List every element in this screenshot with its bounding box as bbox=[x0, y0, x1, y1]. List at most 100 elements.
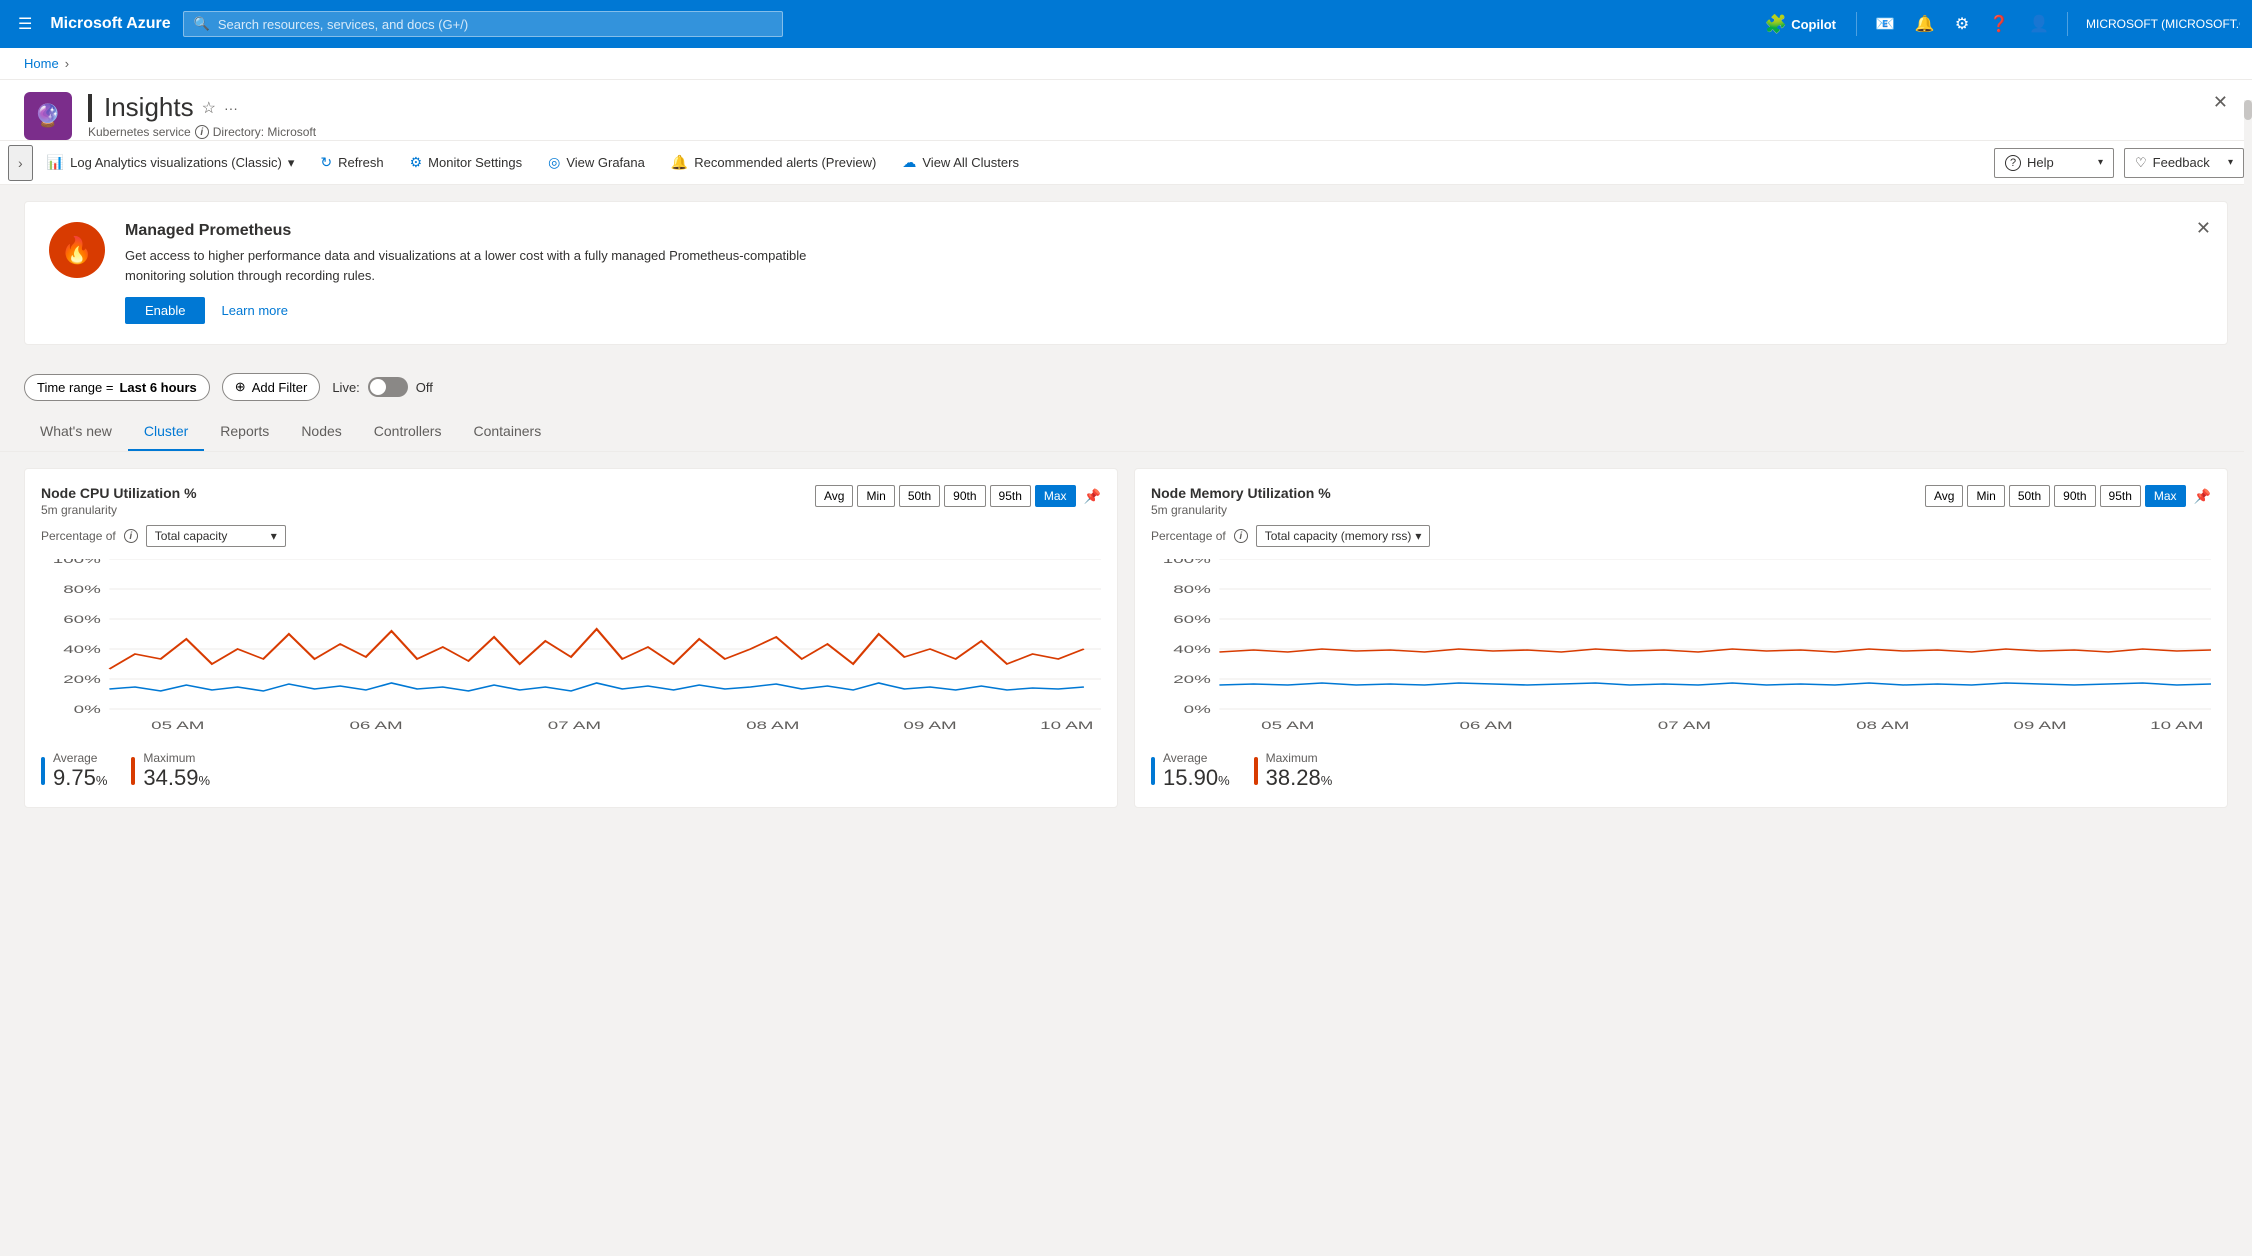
tab-containers[interactable]: Containers bbox=[457, 413, 557, 451]
subtitle-directory: Directory: Microsoft bbox=[213, 125, 316, 139]
svg-text:80%: 80% bbox=[1173, 584, 1211, 596]
feedback-icon-btn[interactable]: 👤 bbox=[2023, 8, 2055, 40]
feedback-dropdown[interactable]: ♡ Feedback ▾ bbox=[2124, 148, 2244, 178]
memory-legend: Average 15.90% Maximum 38.28% bbox=[1151, 751, 2211, 791]
search-bar[interactable]: 🔍 Search resources, services, and docs (… bbox=[183, 11, 783, 37]
cpu-95th-btn[interactable]: 95th bbox=[990, 485, 1031, 507]
cpu-filter-value: Total capacity bbox=[155, 529, 228, 543]
close-header-button[interactable]: ✕ bbox=[2213, 92, 2228, 113]
managed-prometheus-banner: 🔥 Managed Prometheus Get access to highe… bbox=[24, 201, 2228, 345]
cpu-avg-btn[interactable]: Avg bbox=[815, 485, 853, 507]
help-dropdown-label: Help bbox=[2027, 155, 2054, 170]
learn-more-link[interactable]: Learn more bbox=[221, 303, 287, 318]
svg-text:80%: 80% bbox=[63, 584, 101, 596]
cpu-max-btn[interactable]: Max bbox=[1035, 485, 1076, 507]
breadcrumb-home[interactable]: Home bbox=[24, 56, 59, 71]
settings-icon-btn[interactable]: ⚙ bbox=[1949, 8, 1975, 40]
enable-button[interactable]: Enable bbox=[125, 297, 205, 324]
banner-actions: Enable Learn more bbox=[125, 297, 825, 324]
monitor-settings-icon: ⚙ bbox=[410, 154, 423, 171]
notification-icon-btn[interactable]: 🔔 bbox=[1909, 8, 1941, 40]
banner-close-button[interactable]: ✕ bbox=[2196, 218, 2211, 239]
page-title-area: Insights ☆ ··· Kubernetes service i Dire… bbox=[88, 92, 2228, 139]
memory-95th-btn[interactable]: 95th bbox=[2100, 485, 2141, 507]
bell-icon: 🔔 bbox=[1915, 14, 1935, 34]
cpu-90th-btn[interactable]: 90th bbox=[944, 485, 985, 507]
svg-text:05 AM: 05 AM bbox=[151, 720, 204, 732]
memory-filter-info-icon: i bbox=[1234, 529, 1248, 543]
svg-text:08 AM: 08 AM bbox=[1856, 720, 1909, 732]
memory-filter-select[interactable]: Total capacity (memory rss) ▾ bbox=[1256, 525, 1431, 547]
copilot-button[interactable]: 🧩 Copilot bbox=[1757, 10, 1844, 39]
copilot-label: Copilot bbox=[1791, 17, 1836, 32]
memory-min-btn[interactable]: Min bbox=[1967, 485, 2004, 507]
user-label: MICROSOFT (MICROSOFT.ONMI... bbox=[2086, 17, 2240, 31]
person-icon: 👤 bbox=[2029, 14, 2049, 34]
gear-icon: ⚙ bbox=[1955, 14, 1969, 34]
cpu-filter-select[interactable]: Total capacity ▾ bbox=[146, 525, 286, 547]
feedback-chevron-icon: ▾ bbox=[2228, 157, 2233, 168]
view-grafana-button[interactable]: ◎ View Grafana bbox=[536, 146, 657, 179]
tab-cluster[interactable]: Cluster bbox=[128, 413, 204, 451]
grafana-icon: ◎ bbox=[548, 154, 560, 171]
max-legend-text: Maximum 34.59% bbox=[143, 751, 210, 791]
help-icon-btn[interactable]: ❓ bbox=[1983, 8, 2015, 40]
memory-avg-btn[interactable]: Avg bbox=[1925, 485, 1963, 507]
view-selector-button[interactable]: 📊 Log Analytics visualizations (Classic)… bbox=[35, 146, 307, 179]
more-options-icon[interactable]: ··· bbox=[224, 100, 238, 116]
time-range-filter[interactable]: Time range = Last 6 hours bbox=[24, 374, 210, 401]
memory-chart-svg: 100% 80% 60% 40% 20% 0% 05 AM 06 AM 07 A… bbox=[1151, 559, 2211, 739]
live-toggle-switch[interactable] bbox=[368, 377, 408, 397]
hamburger-menu[interactable]: ☰ bbox=[12, 8, 38, 40]
subtitle-info-icon: i bbox=[195, 125, 209, 139]
kubernetes-icon: 🔮 bbox=[34, 103, 61, 129]
cpu-filter-label: Percentage of bbox=[41, 529, 116, 543]
cpu-filter-info-icon: i bbox=[124, 529, 138, 543]
cpu-filter-chevron: ▾ bbox=[271, 529, 277, 543]
chart-title-area-cpu: Node CPU Utilization % 5m granularity bbox=[41, 485, 197, 517]
chart-title-area-memory: Node Memory Utilization % 5m granularity bbox=[1151, 485, 1331, 517]
favorite-star-icon[interactable]: ☆ bbox=[202, 98, 216, 118]
svg-text:10 AM: 10 AM bbox=[1040, 720, 1093, 732]
charts-area: Node CPU Utilization % 5m granularity Av… bbox=[0, 452, 2252, 824]
recommended-alerts-button[interactable]: 🔔 Recommended alerts (Preview) bbox=[659, 146, 889, 179]
refresh-button[interactable]: ↻ Refresh bbox=[308, 146, 395, 179]
cpu-min-btn[interactable]: Min bbox=[857, 485, 894, 507]
nav-divider bbox=[1856, 12, 1857, 36]
help-chevron-icon: ▾ bbox=[2098, 157, 2103, 168]
tab-whats-new[interactable]: What's new bbox=[24, 413, 128, 451]
tab-reports[interactable]: Reports bbox=[204, 413, 285, 451]
feedback-icon: ♡ bbox=[2135, 155, 2147, 171]
monitor-settings-button[interactable]: ⚙ Monitor Settings bbox=[398, 146, 535, 179]
scrollbar[interactable] bbox=[2244, 100, 2252, 854]
memory-max-btn[interactable]: Max bbox=[2145, 485, 2186, 507]
mail-icon-btn[interactable]: 📧 bbox=[1869, 8, 1901, 40]
help-dropdown[interactable]: ? Help ▾ bbox=[1994, 148, 2114, 178]
tab-nodes[interactable]: Nodes bbox=[285, 413, 357, 451]
time-range-value: Last 6 hours bbox=[119, 380, 196, 395]
memory-chart-controls: Avg Min 50th 90th 95th Max 📌 bbox=[1925, 485, 2211, 507]
banner-icon: 🔥 bbox=[49, 222, 105, 278]
add-filter-label: Add Filter bbox=[252, 380, 308, 395]
cpu-50th-btn[interactable]: 50th bbox=[899, 485, 940, 507]
monitor-settings-label: Monitor Settings bbox=[428, 155, 522, 170]
breadcrumb-separator: › bbox=[65, 56, 69, 71]
avg-legend-text: Average 9.75% bbox=[53, 751, 107, 791]
memory-utilization-chart: Node Memory Utilization % 5m granularity… bbox=[1134, 468, 2228, 808]
memory-chart-area: 100% 80% 60% 40% 20% 0% 05 AM 06 AM 07 A… bbox=[1151, 559, 2211, 739]
add-filter-button[interactable]: ⊕ Add Filter bbox=[222, 373, 321, 401]
tab-controllers[interactable]: Controllers bbox=[358, 413, 458, 451]
user-account-button[interactable]: MICROSOFT (MICROSOFT.ONMI... bbox=[2080, 11, 2240, 37]
cpu-pin-icon[interactable]: 📌 bbox=[1084, 488, 1101, 505]
memory-max-swatch bbox=[1254, 757, 1258, 785]
command-bar-expand[interactable]: › bbox=[8, 145, 33, 181]
scrollbar-thumb[interactable] bbox=[2244, 100, 2252, 120]
cpu-legend: Average 9.75% Maximum 34.59% bbox=[41, 751, 1101, 791]
cpu-avg-legend: Average 9.75% bbox=[41, 751, 107, 791]
memory-pin-icon[interactable]: 📌 bbox=[2194, 488, 2211, 505]
memory-filter-chevron: ▾ bbox=[1415, 529, 1421, 543]
view-all-clusters-button[interactable]: ☁ View All Clusters bbox=[890, 146, 1031, 179]
flame-icon: 🔥 bbox=[61, 235, 93, 266]
memory-50th-btn[interactable]: 50th bbox=[2009, 485, 2050, 507]
memory-90th-btn[interactable]: 90th bbox=[2054, 485, 2095, 507]
